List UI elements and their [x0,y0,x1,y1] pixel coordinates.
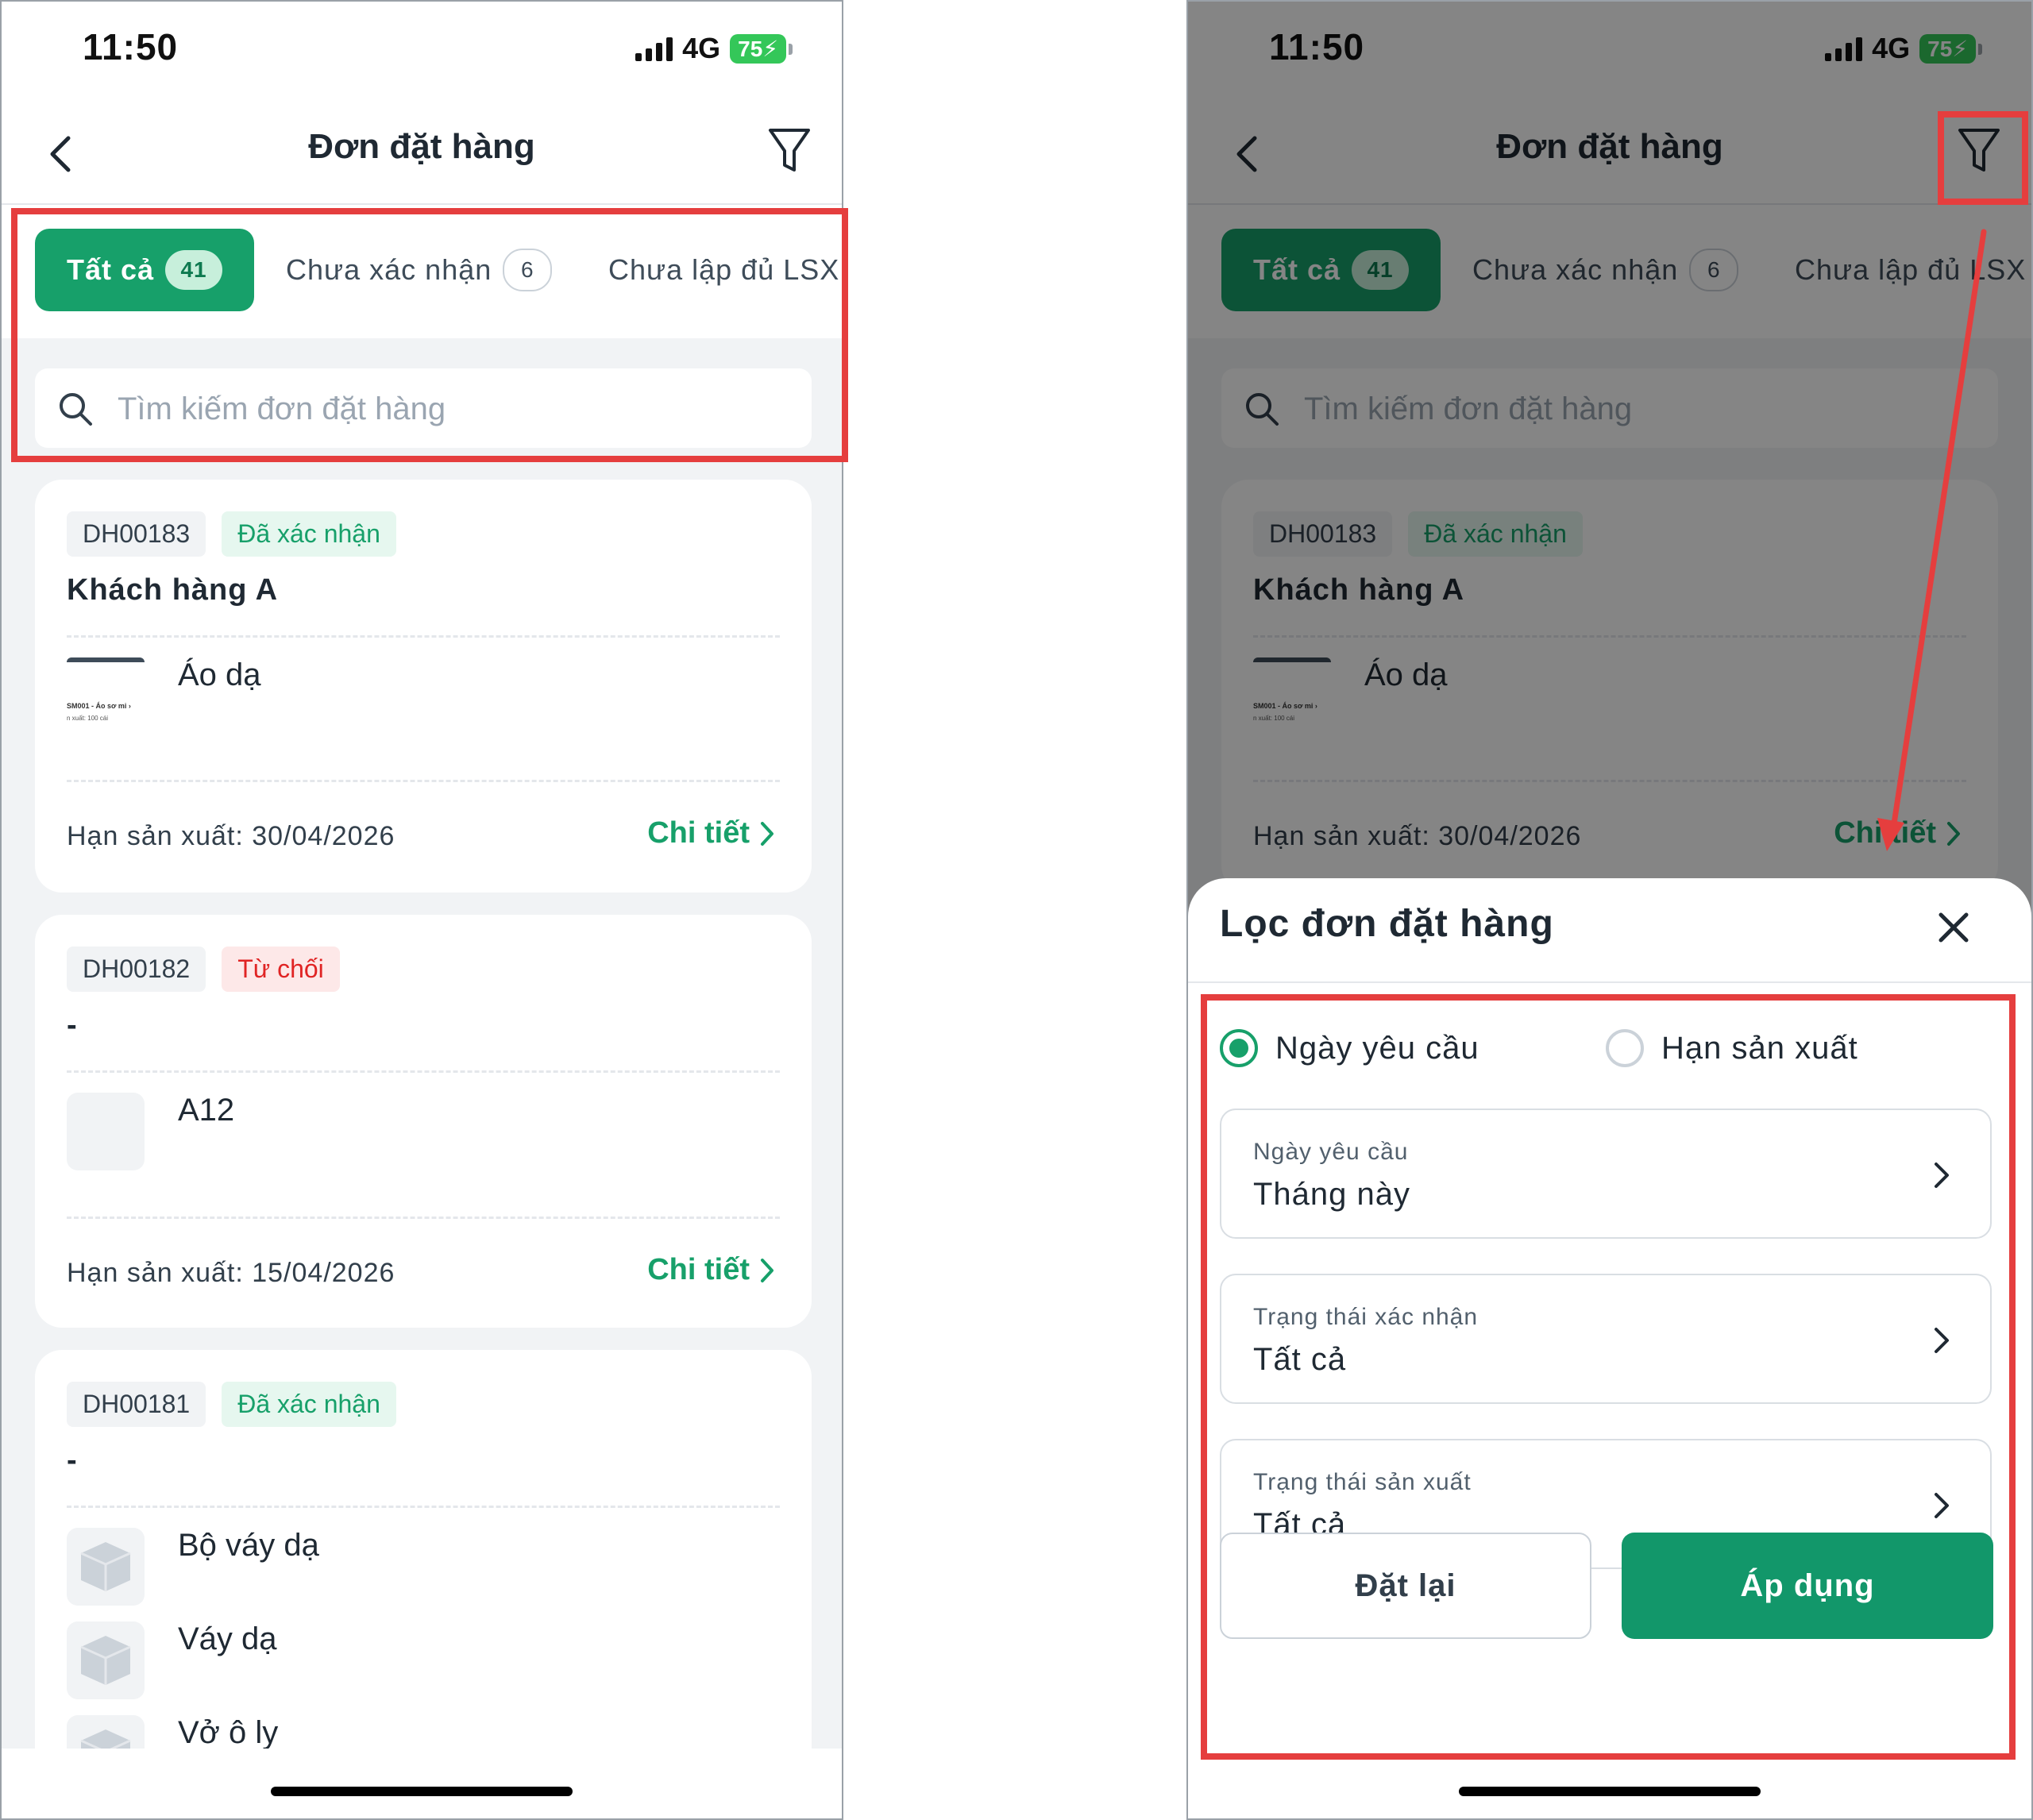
annotation-arrow [1877,229,1987,851]
